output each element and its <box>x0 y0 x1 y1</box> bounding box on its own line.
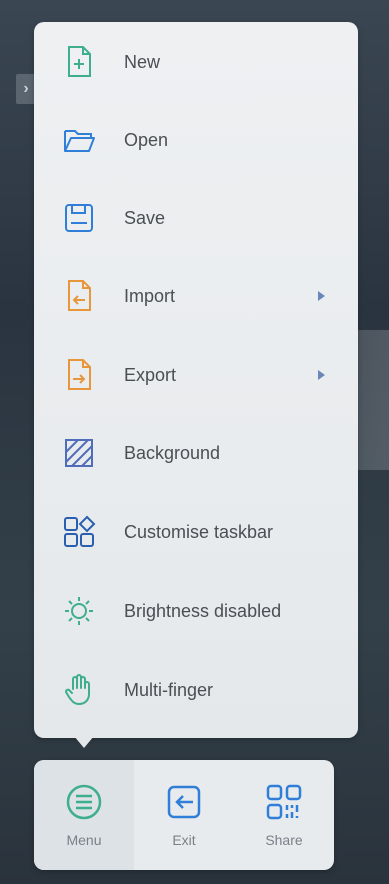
menu-item-import[interactable]: Import <box>34 268 358 324</box>
menu-item-label: Brightness disabled <box>124 600 282 621</box>
menu-item-export[interactable]: Export <box>34 347 358 403</box>
chevron-right-icon: › <box>23 80 29 97</box>
menu-icon <box>64 782 104 822</box>
menu-item-label: New <box>124 51 161 72</box>
hand-icon <box>62 673 96 707</box>
menu-button-label: Menu <box>66 832 102 848</box>
exit-button-label: Exit <box>172 832 196 848</box>
main-menu: New Open Save Import Export Background C… <box>34 22 358 738</box>
qr-code-icon <box>264 782 304 822</box>
menu-item-label: Customise taskbar <box>124 521 274 542</box>
menu-item-open[interactable]: Open <box>34 112 358 168</box>
side-panel-toggle[interactable]: › <box>16 74 36 104</box>
exit-icon <box>164 782 204 822</box>
share-button-label: Share <box>265 832 303 848</box>
menu-item-save[interactable]: Save <box>34 190 358 246</box>
menu-item-label: Open <box>124 129 169 150</box>
menu-pointer <box>74 736 94 748</box>
background-icon <box>62 436 96 470</box>
save-icon <box>62 201 96 235</box>
menu-item-label: Background <box>124 442 221 463</box>
exit-button[interactable]: Exit <box>134 760 234 870</box>
folder-open-icon <box>62 123 96 157</box>
menu-item-label: Multi-finger <box>124 679 214 700</box>
bottom-toolbar: Menu Exit Share <box>34 760 334 870</box>
menu-item-customise-taskbar[interactable]: Customise taskbar <box>34 504 358 560</box>
menu-item-label: Save <box>124 207 166 228</box>
menu-item-new[interactable]: New <box>34 34 358 90</box>
submenu-arrow-icon <box>318 370 325 380</box>
export-icon <box>62 358 96 392</box>
import-icon <box>62 279 96 313</box>
new-file-icon <box>62 45 96 79</box>
menu-item-brightness[interactable]: Brightness disabled <box>34 583 358 639</box>
menu-item-label: Import <box>124 285 176 306</box>
menu-item-multi-finger[interactable]: Multi-finger <box>34 662 358 718</box>
menu-item-background[interactable]: Background <box>34 425 358 481</box>
brightness-icon <box>62 594 96 628</box>
menu-item-label: Export <box>124 364 177 385</box>
menu-button[interactable]: Menu <box>34 760 134 870</box>
share-button[interactable]: Share <box>234 760 334 870</box>
customise-taskbar-icon <box>62 515 96 549</box>
submenu-arrow-icon <box>318 291 325 301</box>
